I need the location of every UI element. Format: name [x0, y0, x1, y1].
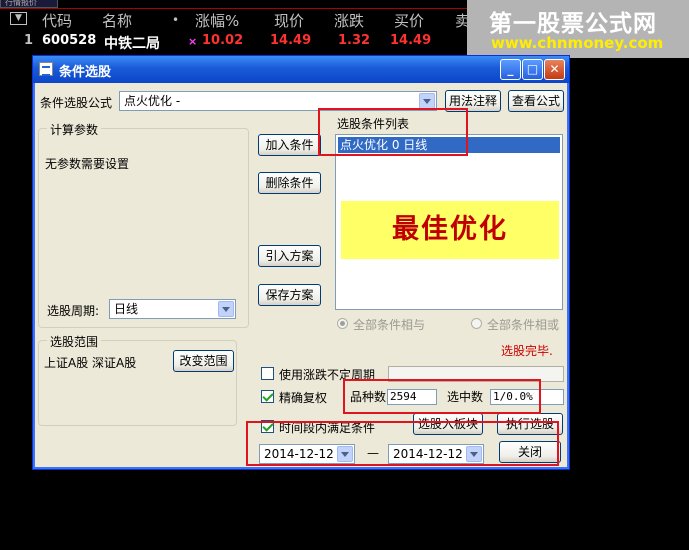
params-group-title: 计算参数 [47, 121, 102, 138]
col-header-price[interactable]: 现价 [274, 10, 304, 30]
col-header-change-pct[interactable]: 涨幅% [195, 10, 239, 30]
params-group: 计算参数 无参数需要设置 选股周期: 日线 [38, 121, 249, 328]
chevron-down-icon[interactable] [218, 301, 234, 317]
dialog-title: 条件选股 [59, 65, 112, 80]
dialog-app-icon [39, 62, 53, 76]
period-value: 日线 [114, 302, 139, 316]
maximize-icon[interactable]: □ [522, 59, 543, 80]
row-marker-icon: × [188, 35, 198, 48]
row-index: 1 [24, 33, 34, 48]
period-label: 选股周期: [47, 304, 100, 318]
radio-icon[interactable] [337, 318, 348, 329]
formula-label: 条件选股公式 [40, 96, 113, 110]
checkbox-icon[interactable] [261, 390, 274, 403]
row-change: 1.32 [338, 33, 371, 48]
change-range-button[interactable]: 改变范围 [173, 350, 234, 372]
row-code: 600528 [42, 33, 97, 48]
checkbox-icon[interactable] [261, 367, 274, 380]
view-formula-button[interactable]: 查看公式 [508, 90, 564, 112]
dialog-titlebar[interactable]: 条件选股 _ □ ✕ [33, 56, 569, 83]
best-optimization-banner: 最佳优化 [341, 201, 559, 259]
radio-or-label[interactable]: 全部条件相或 [487, 316, 559, 333]
import-scheme-button[interactable]: 引入方案 [258, 245, 321, 267]
watermark-url: www.chnmoney.com [491, 34, 664, 52]
col-header-code[interactable]: 代码 [42, 10, 72, 30]
highlight-counts [343, 379, 541, 414]
delete-condition-button[interactable]: 删除条件 [258, 172, 321, 194]
chevron-down-icon[interactable] [419, 93, 435, 109]
range-text: 上证A股 深证A股 [44, 356, 137, 370]
col-header-change[interactable]: 涨跌 [334, 10, 364, 30]
row-name: 中铁二局 [104, 36, 160, 52]
highlight-dates [246, 421, 559, 466]
radio-icon[interactable] [471, 318, 482, 329]
minimize-icon[interactable]: _ [500, 59, 521, 80]
row-bid: 14.49 [390, 33, 432, 48]
col-header-bid[interactable]: 买价 [394, 10, 424, 30]
row-price: 14.49 [270, 33, 312, 48]
close-icon[interactable]: ✕ [544, 59, 565, 80]
quote-tab[interactable]: 行情报价 [0, 0, 58, 8]
highlight-condition-list [318, 108, 468, 156]
dropdown-icon[interactable]: ▼ [10, 12, 27, 25]
condition-list[interactable]: 点火优化 0 日线 最佳优化 [335, 134, 563, 310]
col-header-name[interactable]: 名称 [102, 10, 132, 30]
range-group-title: 选股范围 [47, 333, 102, 350]
status-text: 选股完毕. [501, 344, 553, 358]
add-condition-button[interactable]: 加入条件 [258, 134, 321, 156]
watermark-title: 第一股票公式网 [489, 11, 657, 37]
col-header-marker: • [172, 13, 180, 27]
no-params-text: 无参数需要设置 [45, 157, 130, 171]
row-change-pct: 10.02 [202, 33, 244, 48]
period-select[interactable]: 日线 [109, 299, 236, 319]
formula-value: 点火优化 - [124, 94, 181, 108]
radio-and-label[interactable]: 全部条件相与 [353, 316, 425, 333]
exact-adjust-label[interactable]: 精确复权 [279, 389, 327, 406]
save-scheme-button[interactable]: 保存方案 [258, 284, 321, 306]
